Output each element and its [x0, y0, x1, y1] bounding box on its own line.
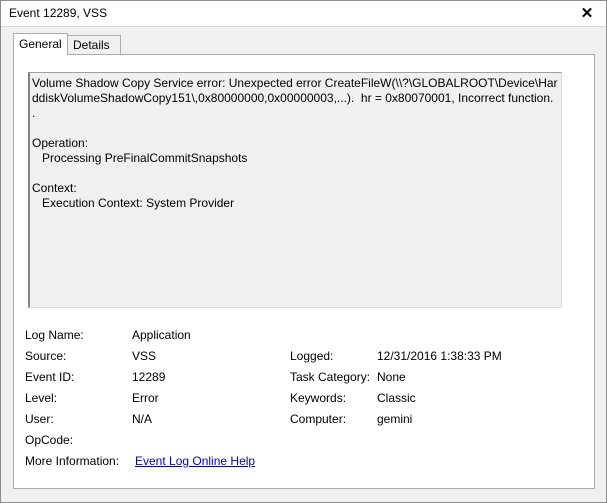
- logged-label: Logged:: [290, 349, 334, 363]
- task-category-value: None: [377, 370, 406, 384]
- general-tab-panel: Volume Shadow Copy Service error: Unexpe…: [13, 54, 595, 489]
- user-value: N/A: [132, 412, 153, 426]
- source-label: Source:: [25, 349, 67, 363]
- computer-value: gemini: [377, 412, 413, 426]
- close-icon[interactable]: ✕: [576, 2, 598, 24]
- user-label: User:: [25, 412, 54, 426]
- log-name-label: Log Name:: [25, 328, 84, 342]
- log-name-value: Application: [132, 328, 191, 342]
- event-description-textbox[interactable]: Volume Shadow Copy Service error: Unexpe…: [28, 72, 562, 308]
- opcode-label: OpCode:: [25, 433, 74, 447]
- event-properties-window: Event 12289, VSS ✕ General Details Volum…: [0, 0, 607, 503]
- event-log-online-help-link[interactable]: Event Log Online Help: [135, 454, 255, 468]
- event-id-label: Event ID:: [25, 370, 75, 384]
- source-value: VSS: [132, 349, 157, 363]
- keywords-label: Keywords:: [290, 391, 347, 405]
- tab-details[interactable]: Details: [67, 35, 121, 54]
- level-label: Level:: [25, 391, 58, 405]
- more-information-label: More Information:: [25, 454, 120, 468]
- tab-general[interactable]: General: [13, 33, 68, 55]
- logged-value: 12/31/2016 1:38:33 PM: [377, 349, 502, 363]
- task-category-label: Task Category:: [290, 370, 371, 384]
- title-bar: Event 12289, VSS ✕: [1, 1, 606, 27]
- keywords-value: Classic: [377, 391, 416, 405]
- computer-label: Computer:: [290, 412, 347, 426]
- window-title: Event 12289, VSS: [9, 6, 108, 20]
- event-id-value: 12289: [132, 370, 166, 384]
- level-value: Error: [132, 391, 159, 405]
